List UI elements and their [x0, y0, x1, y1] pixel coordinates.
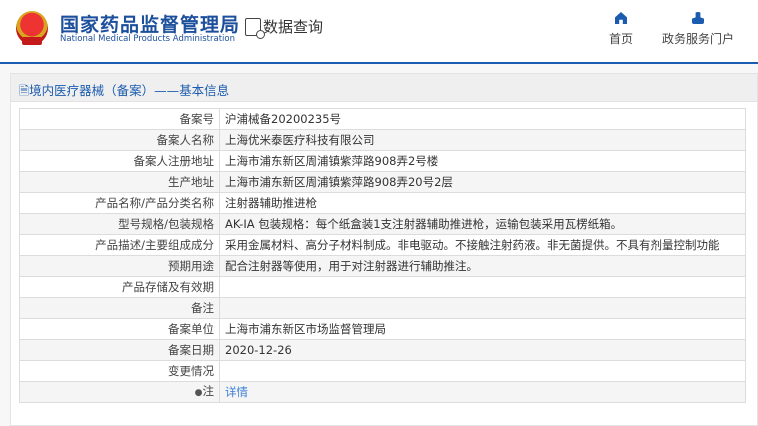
table-row: 备注 — [19, 297, 746, 319]
row-label-text: 备案人注册地址 — [133, 154, 215, 168]
row-label-text: 备注 — [191, 301, 214, 315]
table-row: 产品名称/产品分类名称 注射器辅助推进枪 — [19, 192, 746, 214]
row-value: 采用金属材料、高分子材料制成。非电驱动。不接触注射药液。非无菌提供。不具有剂量控… — [219, 234, 746, 256]
home-icon — [615, 12, 627, 24]
table-row: ●注 详情 — [19, 381, 746, 403]
row-label: 产品名称/产品分类名称 — [19, 192, 220, 214]
table-row: 预期用途 配合注射器等使用，用于对注射器进行辅助推注。 — [19, 255, 746, 277]
row-value — [219, 297, 746, 319]
row-label: 备案人注册地址 — [19, 150, 220, 172]
row-value: 上海市浦东新区周浦镇紫萍路908弄2号楼 — [219, 150, 746, 172]
row-label: 备案日期 — [19, 339, 220, 361]
row-label-text: 备案日期 — [168, 343, 214, 357]
row-value: 上海市浦东新区市场监督管理局 — [219, 318, 746, 340]
row-label-text: 型号规格/包装规格 — [118, 217, 214, 231]
data-query-title: 数据查询 — [245, 16, 324, 39]
table-row: 产品描述/主要组成成分 采用金属材料、高分子材料制成。非电驱动。不接触注射药液。非… — [19, 234, 746, 256]
nav-portal-label: 政务服务门户 — [662, 32, 735, 46]
nav-home-label: 首页 — [609, 32, 634, 46]
data-search-icon — [245, 17, 265, 39]
panel-title: 🗎境内医疗器械（备案）——基本信息 — [11, 74, 757, 102]
bulb-icon: ● — [194, 388, 203, 398]
national-emblem-logo — [16, 11, 48, 45]
row-value: 上海优米泰医疗科技有限公司 — [219, 129, 746, 151]
row-value: 2020-12-26 — [219, 339, 746, 361]
row-label-text: 生产地址 — [168, 175, 214, 189]
row-value — [219, 360, 746, 382]
table-row: 变更情况 — [19, 360, 746, 382]
row-value: 上海市浦东新区周浦镇紫萍路908弄20号2层 — [219, 171, 746, 193]
row-label-text: 备案人名称 — [156, 133, 215, 147]
site-header: 国家药品监督管理局 National Medical Products Admi… — [0, 0, 758, 62]
row-label: 生产地址 — [19, 171, 220, 193]
row-label-text: 备案单位 — [168, 322, 214, 336]
row-value: 配合注射器等使用，用于对注射器进行辅助推注。 — [219, 255, 746, 277]
row-label: 备案单位 — [19, 318, 220, 340]
row-label: 备案人名称 — [19, 129, 220, 151]
row-label: 备案号 — [19, 108, 220, 130]
logo-title: 国家药品监督管理局 — [60, 14, 241, 36]
row-label-text: 备案号 — [179, 112, 215, 126]
row-label-text: 产品描述/主要组成成分 — [95, 238, 214, 252]
row-label-text: 注 — [202, 384, 215, 398]
info-panel: 🗎境内医疗器械（备案）——基本信息 备案号 沪浦械备20200235号 备案人名称上… — [10, 73, 758, 426]
row-value: 沪浦械备20200235号 — [219, 108, 746, 130]
row-label: 备注 — [19, 297, 220, 319]
table-row: 型号规格/包装规格 AK-ⅠA 包装规格：每个纸盒装1支注射器辅助推进枪，运输包装… — [19, 213, 746, 235]
table-row: 备案人注册地址 上海市浦东新区周浦镇紫萍路908弄2号楼 — [19, 150, 746, 172]
table-row: 备案人名称 上海优米泰医疗科技有限公司 — [19, 129, 746, 151]
row-value: AK-ⅠA 包装规格：每个纸盒装1支注射器辅助推进枪，运输包装采用瓦楞纸箱。 — [219, 213, 746, 235]
data-query-label: 数据查询 — [263, 18, 324, 36]
document-icon: 🗎 — [19, 83, 30, 98]
table-row: 备案单位 上海市浦东新区市场监督管理局 — [19, 318, 746, 340]
row-value: 详情 — [219, 381, 746, 403]
row-label: 型号规格/包装规格 — [19, 213, 220, 235]
table-row: 备案号 沪浦械备20200235号 — [19, 108, 746, 130]
row-label: ●注 — [19, 381, 220, 403]
row-label-text: 产品存储及有效期 — [122, 280, 214, 294]
row-label: 产品存储及有效期 — [19, 276, 220, 298]
row-label-text: 预期用途 — [168, 259, 214, 273]
row-value — [219, 276, 746, 298]
table-row: 生产地址 上海市浦东新区周浦镇紫萍路908弄20号2层 — [19, 171, 746, 193]
table-row: 产品存储及有效期 — [19, 276, 746, 298]
row-label: 产品描述/主要组成成分 — [19, 234, 220, 256]
row-label: 预期用途 — [19, 255, 220, 277]
row-label-text: 变更情况 — [168, 364, 214, 378]
user-icon — [692, 12, 704, 24]
logo-subtitle: National Medical Products Administration — [60, 34, 235, 44]
details-link[interactable]: 详情 — [225, 385, 248, 399]
nav-service-portal[interactable]: 政务服务门户 — [662, 12, 734, 47]
table-row: 备案日期 2020-12-26 — [19, 339, 746, 361]
panel-title-text: 境内医疗器械（备案）——基本信息 — [29, 83, 230, 98]
nav-home[interactable]: 首页 — [609, 12, 633, 47]
row-value: 注射器辅助推进枪 — [219, 192, 746, 214]
row-label-text: 产品名称/产品分类名称 — [95, 196, 214, 210]
info-table: 备案号 沪浦械备20200235号 备案人名称 上海优米泰医疗科技有限公司 备案人注册地… — [19, 108, 746, 403]
row-label: 变更情况 — [19, 360, 220, 382]
